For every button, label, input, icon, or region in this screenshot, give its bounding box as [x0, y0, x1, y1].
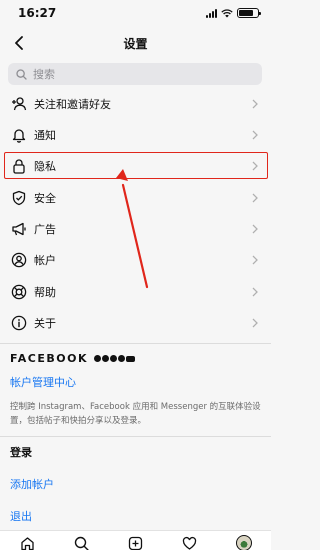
signal-icon	[206, 8, 217, 18]
chevron-right-icon	[252, 318, 258, 328]
account-circle-icon	[11, 252, 27, 268]
nav-activity[interactable]	[181, 535, 199, 550]
header: 设置	[0, 28, 271, 58]
heart-icon	[183, 536, 197, 550]
home-icon	[20, 536, 34, 550]
chevron-left-icon	[15, 36, 23, 50]
status-icons	[206, 8, 261, 18]
chevron-right-icon	[252, 287, 258, 297]
menu-label: 通知	[34, 129, 56, 142]
menu-item-security[interactable]: 安全	[0, 183, 271, 213]
login-section-title: 登录	[10, 446, 32, 459]
menu-label: 隐私	[34, 160, 56, 173]
page-title: 设置	[123, 36, 148, 51]
menu-item-notifications[interactable]: 通知	[0, 120, 271, 150]
nav-home[interactable]	[18, 535, 36, 550]
search-placeholder: 搜索	[33, 68, 55, 81]
search-input[interactable]: 搜索	[8, 63, 262, 85]
battery-icon	[237, 8, 261, 18]
chevron-right-icon	[252, 99, 258, 109]
nav-profile[interactable]	[235, 535, 253, 550]
add-person-icon	[11, 96, 27, 112]
nav-search[interactable]	[72, 535, 90, 550]
divider	[0, 436, 271, 437]
nav-create[interactable]	[126, 535, 144, 550]
lock-icon	[11, 158, 27, 174]
menu-label: 广告	[34, 223, 56, 236]
chevron-right-icon	[252, 193, 258, 203]
menu-label: 安全	[34, 192, 56, 205]
menu-item-privacy[interactable]: 隐私	[0, 151, 271, 181]
bell-icon	[11, 127, 27, 143]
menu-item-about[interactable]: 关于	[0, 308, 271, 338]
megaphone-icon	[11, 221, 27, 237]
back-button[interactable]	[8, 32, 30, 54]
instagram-icon	[109, 355, 117, 362]
chevron-right-icon	[252, 130, 258, 140]
messenger-icon	[101, 355, 109, 362]
meta-app-icons	[93, 355, 135, 362]
facebook-icon	[93, 355, 101, 362]
shield-check-icon	[11, 190, 27, 206]
menu-label: 关于	[34, 317, 56, 330]
oculus-icon	[125, 355, 135, 362]
chevron-right-icon	[252, 161, 258, 171]
meta-brand-row: FACEBOOK	[10, 352, 135, 365]
menu-label: 帐户	[34, 254, 56, 267]
menu-item-help[interactable]: 帮助	[0, 277, 271, 307]
search-icon	[74, 536, 89, 550]
whatsapp-icon	[117, 355, 125, 362]
status-time: 16:27	[18, 6, 57, 20]
search-icon	[16, 68, 27, 80]
logout-link[interactable]: 退出	[10, 508, 32, 524]
menu-item-follow-invite[interactable]: 关注和邀请好友	[0, 89, 271, 119]
wifi-icon	[221, 8, 233, 17]
info-icon	[11, 315, 27, 331]
bottom-nav	[0, 530, 271, 550]
chevron-right-icon	[252, 224, 258, 234]
accounts-center-link[interactable]: 帐户管理中心	[10, 374, 76, 390]
chevron-right-icon	[252, 255, 258, 265]
menu-label: 帮助	[34, 286, 56, 299]
menu-item-account[interactable]: 帐户	[0, 245, 271, 275]
brand-name: FACEBOOK	[10, 352, 88, 365]
plus-square-icon	[128, 536, 143, 550]
avatar	[235, 535, 252, 550]
menu-item-ads[interactable]: 广告	[0, 214, 271, 244]
lifebuoy-icon	[11, 284, 27, 300]
status-bar: 16:27	[0, 0, 271, 26]
menu-label: 关注和邀请好友	[34, 98, 111, 111]
add-account-link[interactable]: 添加帐户	[10, 476, 54, 492]
meta-description: 控制跨 Instagram、Facebook 应用和 Messenger 的互联…	[10, 402, 261, 426]
divider	[0, 343, 271, 344]
